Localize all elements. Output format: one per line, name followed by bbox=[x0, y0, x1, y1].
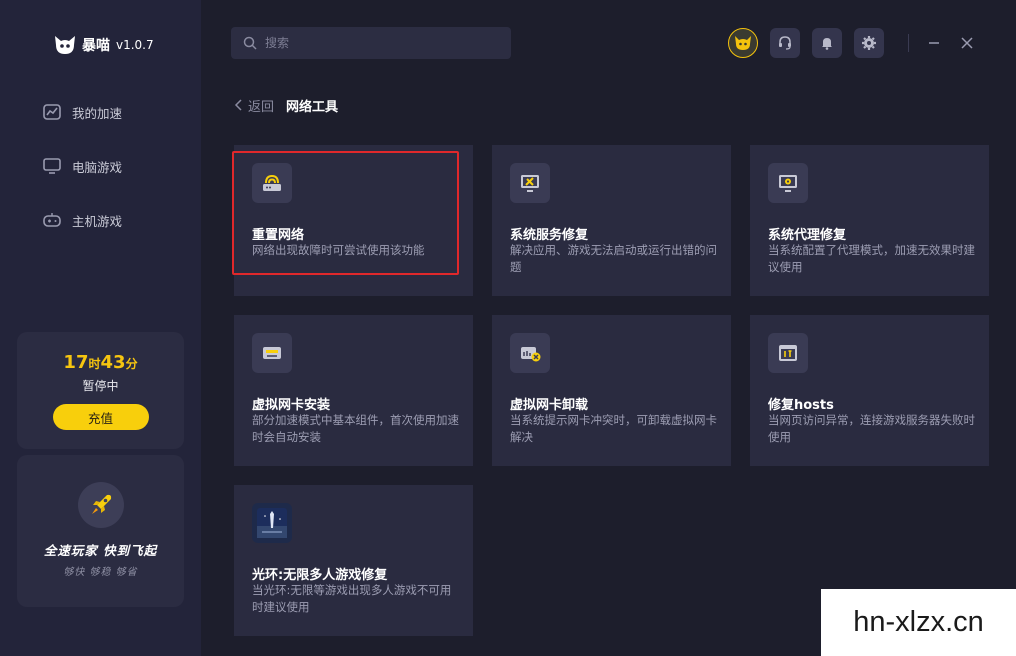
search-box[interactable] bbox=[231, 27, 511, 59]
network-card-remove-icon bbox=[521, 347, 541, 362]
back-button[interactable]: 返回 bbox=[234, 96, 274, 115]
recharge-button[interactable]: 充值 bbox=[52, 404, 149, 430]
remaining-time: 17时43分 bbox=[63, 352, 138, 373]
network-card-icon bbox=[263, 347, 281, 359]
settings-button[interactable] bbox=[854, 28, 884, 58]
breadcrumb: 返回 网络工具 bbox=[234, 96, 339, 115]
gamepad-icon bbox=[43, 213, 61, 227]
pause-status: 暂停中 bbox=[82, 379, 119, 393]
rocket-badge bbox=[77, 482, 124, 528]
tool-card-system-service-repair[interactable]: 系统服务修复 解决应用、游戏无法启动或运行出错的问题 bbox=[492, 145, 731, 296]
tool-card-halo-infinite-repair[interactable]: 光环:无限多人游戏修复 当光环:无限等游戏出现多人游戏不可用时建议使用 bbox=[234, 485, 473, 636]
watermark: hn-xlzx.cn bbox=[821, 589, 1016, 656]
router-icon bbox=[263, 174, 281, 191]
tool-description: 解决应用、游戏无法启动或运行出错的问题 bbox=[510, 243, 717, 274]
chevron-left-icon bbox=[234, 99, 242, 111]
speed-chart-icon bbox=[43, 104, 61, 120]
app-name: 暴喵 bbox=[82, 38, 110, 54]
sidebar-item-console-games[interactable]: 主机游戏 bbox=[42, 208, 122, 232]
tool-card-virtual-nic-install[interactable]: 虚拟网卡安装 部分加速模式中基本组件，首次使用加速时会自动安装 bbox=[234, 315, 473, 466]
app-version: v1.0.7 bbox=[116, 38, 154, 52]
minimize-icon bbox=[929, 42, 939, 44]
tool-description: 网络出现故障时可尝试使用该功能 bbox=[252, 243, 425, 257]
tool-card-repair-hosts[interactable]: 修复hosts 当网页访问异常，连接游戏服务器失败时使用 bbox=[750, 315, 989, 466]
sidebar-item-label: 电脑游戏 bbox=[72, 159, 123, 175]
monitor-icon bbox=[43, 158, 61, 174]
close-icon bbox=[961, 37, 973, 49]
tool-title: 虚拟网卡安装 bbox=[252, 398, 331, 413]
tool-card-virtual-nic-uninstall[interactable]: 虚拟网卡卸载 当系统提示网卡冲突时，可卸载虚拟网卡解决 bbox=[492, 315, 731, 466]
cat-logo-icon bbox=[55, 36, 75, 54]
tool-title: 重置网络 bbox=[252, 228, 305, 243]
avatar[interactable] bbox=[728, 28, 758, 58]
monitor-gear-icon bbox=[779, 175, 797, 192]
tool-description: 部分加速模式中基本组件，首次使用加速时会自动安装 bbox=[252, 413, 459, 444]
sidebar-item-pc-games[interactable]: 电脑游戏 bbox=[42, 154, 122, 178]
tool-description: 当网页访问异常，连接游戏服务器失败时使用 bbox=[768, 413, 975, 444]
monitor-wrench-icon bbox=[521, 175, 539, 192]
sidebar-item-my-speedup[interactable]: 我的加速 bbox=[42, 100, 122, 124]
customer-service-button[interactable] bbox=[770, 28, 800, 58]
tool-description: 当光环:无限等游戏出现多人游戏不可用时建议使用 bbox=[252, 583, 452, 614]
promo-card: 全速玩家 快到飞起 够快 够稳 够省 bbox=[17, 455, 184, 607]
cat-avatar-icon bbox=[735, 36, 751, 50]
promo-title: 全速玩家 快到飞起 bbox=[43, 543, 158, 558]
tool-card-system-proxy-repair[interactable]: 系统代理修复 当系统配置了代理模式，加速无效果时建议使用 bbox=[750, 145, 989, 296]
bell-icon bbox=[822, 38, 832, 50]
tool-title: 系统服务修复 bbox=[510, 228, 589, 243]
remaining-time-card: 17时43分 暂停中 充值 bbox=[17, 332, 184, 449]
tool-title: 虚拟网卡卸载 bbox=[510, 398, 589, 413]
page-title: 网络工具 bbox=[286, 99, 339, 115]
minimize-button[interactable] bbox=[924, 33, 944, 53]
browser-tools-icon bbox=[779, 345, 797, 361]
search-input[interactable] bbox=[265, 36, 485, 50]
sidebar-item-label: 主机游戏 bbox=[72, 213, 123, 229]
tool-description: 当系统配置了代理模式，加速无效果时建议使用 bbox=[768, 243, 975, 274]
tool-title: 修复hosts bbox=[768, 398, 834, 413]
tool-description: 当系统提示网卡冲突时，可卸载虚拟网卡解决 bbox=[510, 413, 717, 444]
sidebar: 暴喵 v1.0.7 我的加速 电脑游戏 主机游戏 17时43分 暂停中 充值 全… bbox=[0, 0, 201, 656]
rocket-icon bbox=[91, 494, 111, 514]
tool-title: 光环:无限多人游戏修复 bbox=[252, 568, 388, 583]
header-divider bbox=[908, 34, 909, 52]
gear-icon bbox=[862, 36, 876, 50]
headset-icon bbox=[779, 36, 791, 50]
notification-button[interactable] bbox=[812, 28, 842, 58]
promo-subtitle: 够快 够稳 够省 bbox=[63, 567, 138, 578]
halo-game-icon bbox=[257, 508, 287, 538]
tool-title: 系统代理修复 bbox=[768, 228, 847, 243]
search-icon bbox=[243, 36, 257, 50]
app-logo: 暴喵 v1.0.7 bbox=[52, 30, 154, 60]
sidebar-item-label: 我的加速 bbox=[72, 105, 123, 121]
close-button[interactable] bbox=[957, 33, 977, 53]
tool-card-reset-network[interactable]: 重置网络 网络出现故障时可尝试使用该功能 bbox=[234, 145, 473, 296]
